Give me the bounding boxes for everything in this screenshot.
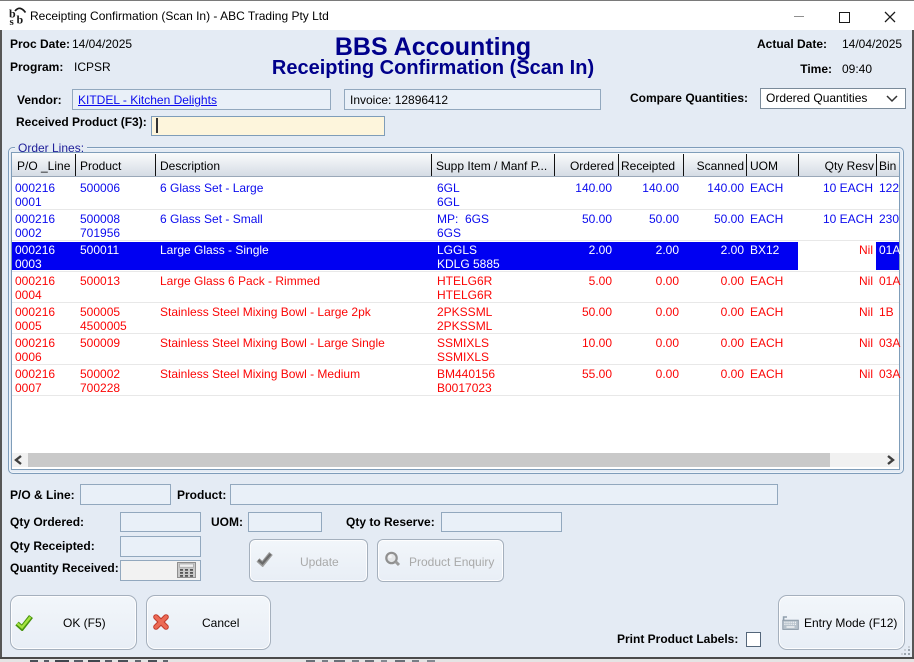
svg-text:s: s (10, 16, 15, 26)
svg-text:b: b (17, 13, 24, 27)
